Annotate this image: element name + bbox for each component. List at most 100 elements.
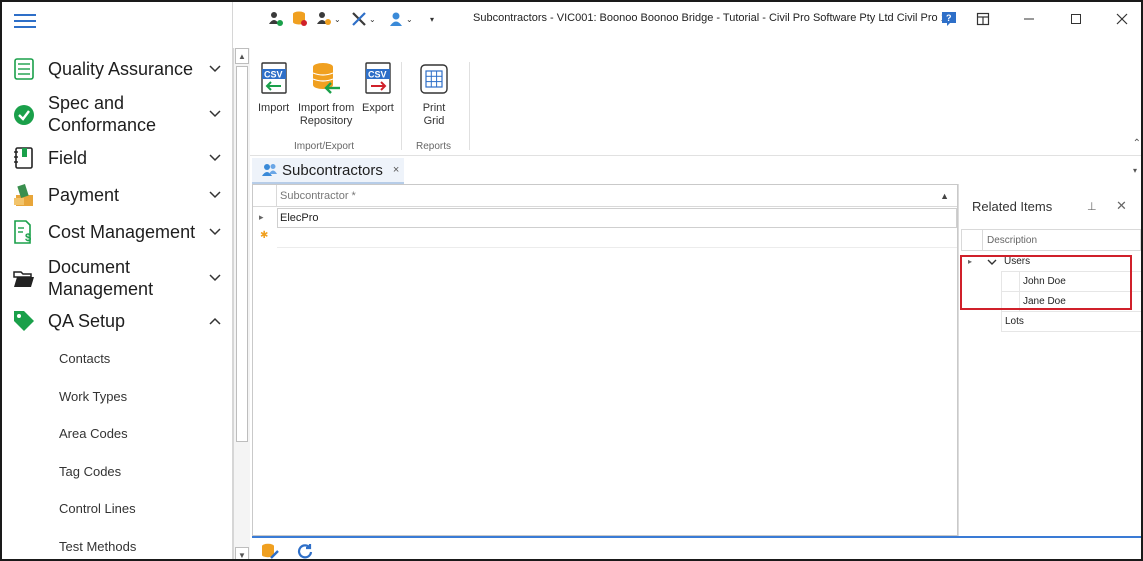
help-icon: ? — [942, 12, 956, 26]
tree-row-user[interactable]: John Doe — [961, 272, 1141, 292]
close-window-button[interactable] — [1111, 8, 1133, 30]
window-layout-icon — [976, 12, 990, 26]
pin-icon[interactable]: ⊥ — [1087, 200, 1097, 213]
panel-title: Related Items — [972, 199, 1053, 214]
print-grid-button[interactable]: Print Grid — [419, 62, 449, 128]
user-settings-icon — [317, 12, 331, 25]
chevron-down-icon[interactable] — [208, 107, 222, 121]
chevron-down-icon: ⌄ — [369, 14, 376, 24]
edit-data-button[interactable] — [260, 542, 280, 559]
sidebar-item-field[interactable]: Field — [2, 145, 232, 171]
scroll-down-button[interactable]: ▼ — [235, 547, 249, 559]
tree-node-label: Lots — [1001, 312, 1141, 332]
chevron-down-icon[interactable] — [987, 257, 997, 267]
tree-row-user[interactable]: Jane Doe — [961, 292, 1141, 312]
chevron-up-icon[interactable] — [208, 314, 222, 328]
title-bar: ⌄ ⌄ ⌄ ▾ Subcontractors - VIC001: Boonoo … — [250, 2, 1141, 36]
restore-layout-button[interactable] — [972, 8, 994, 30]
collapse-ribbon-icon[interactable]: ⌃ — [1133, 138, 1141, 149]
quick-access-tools-button[interactable]: ⌄ — [351, 10, 376, 28]
help-button[interactable]: ? — [938, 8, 960, 30]
users-icon — [262, 164, 277, 176]
refresh-icon — [297, 544, 313, 559]
svg-text:?: ? — [946, 13, 952, 23]
column-header-description[interactable]: Description — [987, 235, 1037, 246]
ribbon: CSV Import Import from Repository CSV Ex… — [250, 52, 1141, 156]
table-row[interactable]: ▸ ElecPro — [253, 208, 957, 228]
sidebar-item-spec-conformance[interactable]: Spec and Conformance — [2, 91, 232, 137]
scroll-up-button[interactable]: ▲ — [235, 48, 249, 64]
sidebar-item-qa-setup[interactable]: QA Setup — [2, 308, 232, 334]
check-circle-icon — [12, 103, 36, 127]
sidebar-scrollbar[interactable]: ▲ ▼ — [233, 48, 250, 559]
quick-access-user-settings-button[interactable]: ⌄ — [316, 10, 341, 28]
tree-row-users[interactable]: ▸ Users — [961, 252, 1141, 272]
csv-export-icon: CSV — [363, 62, 393, 94]
svg-text:CSV: CSV — [368, 70, 387, 80]
chevron-down-icon[interactable] — [208, 62, 222, 76]
database-import-icon — [311, 62, 341, 94]
scroll-thumb[interactable] — [236, 66, 248, 442]
column-header-subcontractor[interactable]: Subcontractor * — [280, 190, 356, 202]
tree-row-lots[interactable]: Lots — [961, 312, 1141, 332]
sidebar-item-quality-assurance[interactable]: Quality Assurance — [2, 56, 232, 82]
quick-access-user-button[interactable]: ⌄ — [388, 10, 413, 28]
chevron-down-icon[interactable] — [208, 225, 222, 239]
new-row[interactable]: ✱ — [253, 228, 957, 248]
related-header: Description — [961, 229, 1141, 251]
chevron-down-icon[interactable] — [208, 188, 222, 202]
maximize-icon — [1071, 14, 1081, 24]
ribbon-separator — [401, 62, 402, 150]
user-name: Jane Doe — [1019, 292, 1141, 312]
close-tab-icon[interactable]: × — [393, 164, 399, 176]
cost-document-icon: $ — [12, 220, 36, 244]
sidebar-subitem-area-codes[interactable]: Area Codes — [59, 426, 128, 441]
new-row-cell[interactable] — [277, 228, 957, 248]
sidebar: Quality Assurance Spec and Conformance F… — [2, 2, 233, 559]
import-button[interactable]: CSV Import — [258, 62, 289, 115]
refresh-button[interactable] — [295, 542, 315, 559]
hamburger-menu-icon[interactable] — [14, 12, 36, 28]
import-from-repository-label: Import from Repository — [298, 102, 355, 127]
quick-access-customize-button[interactable]: ▾ — [428, 10, 434, 28]
chevron-down-icon: ⌄ — [406, 14, 413, 24]
sidebar-item-label: Spec and Conformance — [48, 93, 157, 135]
dropdown-caret-icon: ▾ — [430, 14, 435, 24]
sidebar-item-document-management[interactable]: Document Management — [2, 255, 232, 301]
sidebar-item-label: Document Management — [48, 257, 154, 299]
reports-group-label: Reports — [416, 141, 452, 152]
user-name: John Doe — [1019, 272, 1141, 292]
sidebar-subitem-tag-codes[interactable]: Tag Codes — [59, 464, 121, 479]
export-button[interactable]: CSV Export — [362, 62, 394, 115]
chevron-down-icon: ⌄ — [334, 14, 341, 24]
chevron-down-icon[interactable] — [208, 271, 222, 285]
new-row-icon: ✱ — [260, 230, 269, 241]
csv-import-icon: CSV — [259, 62, 289, 94]
sidebar-item-payment[interactable]: Payment — [2, 182, 232, 208]
related-items-panel: Related Items ⊥ ✕ Description ▸ Users Jo… — [958, 184, 1141, 536]
sidebar-subitem-test-methods[interactable]: Test Methods — [59, 539, 136, 554]
minimize-icon — [1024, 18, 1034, 20]
sidebar-item-label: Field — [48, 148, 88, 168]
subcontractor-cell[interactable]: ElecPro — [277, 208, 957, 228]
chevron-down-icon[interactable] — [208, 151, 222, 165]
row-selector-icon: ▸ — [259, 212, 264, 222]
tab-list-dropdown-icon[interactable]: ▾ — [1133, 166, 1137, 175]
sort-ascending-icon[interactable]: ▲ — [940, 191, 949, 201]
sidebar-subitem-contacts[interactable]: Contacts — [59, 351, 110, 366]
window-title: Subcontractors - VIC001: Boonoo Boonoo B… — [473, 12, 953, 24]
sidebar-item-cost-management[interactable]: $ Cost Management — [2, 219, 232, 245]
folder-open-icon — [12, 267, 36, 291]
minimize-button[interactable] — [1018, 8, 1040, 30]
sidebar-subitem-control-lines[interactable]: Control Lines — [59, 501, 136, 516]
user-icon — [390, 12, 402, 26]
close-icon[interactable]: ✕ — [1116, 198, 1127, 214]
maximize-button[interactable] — [1065, 8, 1087, 30]
quick-access-user-tree-button[interactable] — [268, 10, 284, 28]
import-from-repository-button[interactable]: Import from Repository — [298, 62, 354, 128]
quick-access-database-button[interactable] — [292, 10, 308, 28]
sidebar-subitem-work-types[interactable]: Work Types — [59, 389, 127, 404]
ribbon-separator — [469, 62, 470, 150]
tab-subcontractors[interactable]: Subcontractors × — [252, 158, 404, 184]
document-tabs: Subcontractors × ▾ — [250, 156, 1141, 184]
